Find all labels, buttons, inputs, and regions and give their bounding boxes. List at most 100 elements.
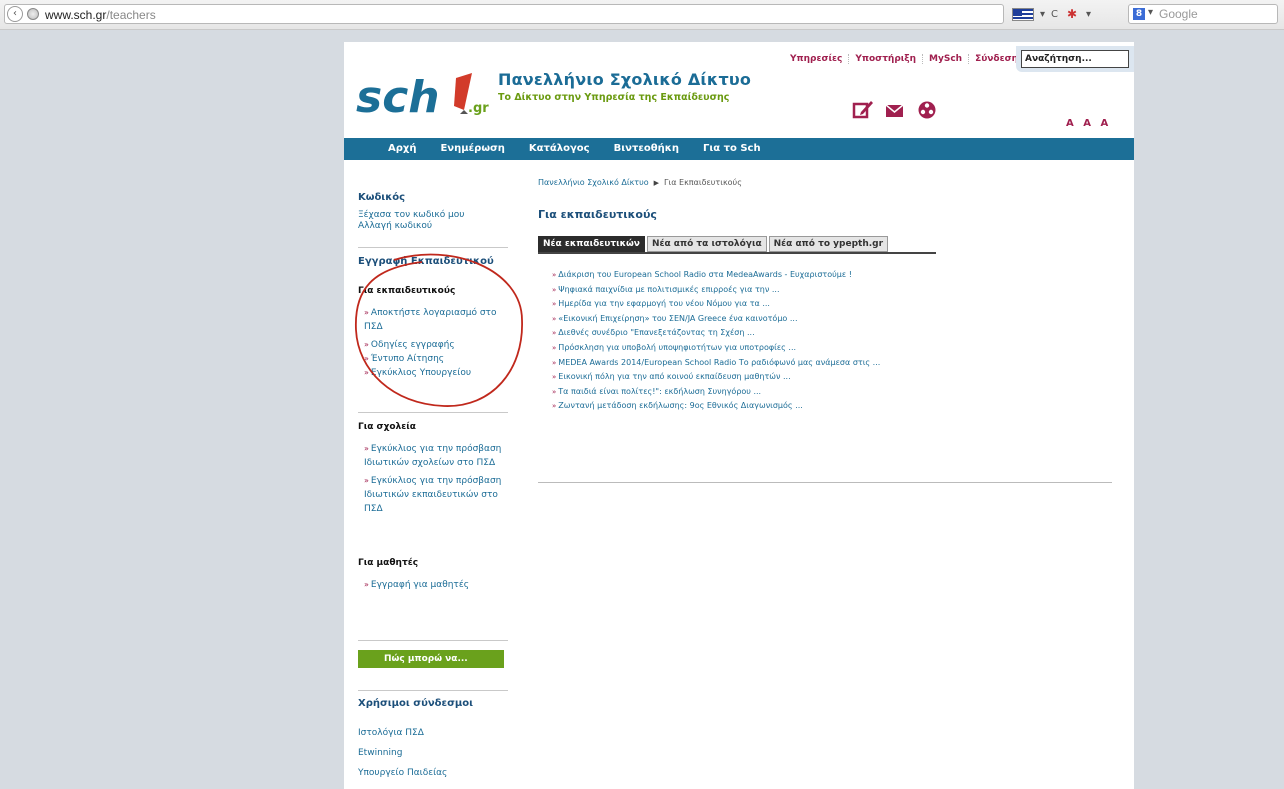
for-students-heading: Για μαθητές (358, 558, 419, 568)
browser-right-controls: ▾ C ✱ ▾ (1012, 4, 1091, 24)
forgot-code-link[interactable]: Ξέχασα τον κωδικό μου (358, 210, 465, 221)
site-subtitle: Το Δίκτυο στην Υπηρεσία της Εκπαίδευσης (498, 92, 730, 103)
breadcrumb-current: Για Εκπαιδευτικούς (664, 178, 742, 187)
news-item[interactable]: » «Εικονική Επιχείρηση» του ΣΕΝ/JA Greece… (552, 312, 972, 327)
school-link-private-schools-label: Εγκύκλιος για την πρόσβαση Ιδιωτικών σχο… (364, 444, 502, 468)
url-domain: www.sch.gr (45, 8, 107, 22)
extension-caret-icon[interactable]: ▾ (1086, 9, 1091, 20)
video-reel-icon[interactable] (916, 100, 938, 120)
bullet-icon: » (364, 444, 369, 453)
news-item[interactable]: » Ψηφιακά παιχνίδια με πολιτισμικές επιρρ… (552, 283, 972, 298)
school-link-private-teachers[interactable]: » Εγκύκλιος για την πρόσβαση Ιδιωτικών εκ… (364, 474, 512, 516)
news-item[interactable]: » Πρόσκληση για υποβολή υποψηφιοτήτων για… (552, 341, 972, 356)
news-item[interactable]: » Ημερίδα για την εφαρμογή του νέου Νόμου… (552, 297, 972, 312)
bullet-icon: » (552, 329, 557, 338)
language-flag-icon[interactable] (1012, 7, 1034, 21)
browser-search-box[interactable]: 8 ▾ Google (1128, 4, 1278, 24)
bullet-icon: » (552, 373, 557, 382)
breadcrumb-home[interactable]: Πανελλήνιο Σχολικό Δίκτυο (538, 178, 649, 187)
school-link-private-schools[interactable]: » Εγκύκλιος για την πρόσβαση Ιδιωτικών σχ… (364, 442, 512, 470)
bullet-icon: » (552, 314, 557, 323)
news-item-label: Ημερίδα για την εφαρμογή του νέου Νόμου … (558, 299, 770, 309)
search-engine-icon[interactable]: 8 (1133, 8, 1145, 20)
school-link-private-teachers-label: Εγκύκλιος για την πρόσβαση Ιδιωτικών εκπ… (364, 476, 502, 514)
news-item[interactable]: » MEDEA Awards 2014/European School Radio… (552, 356, 972, 371)
news-item-label: Ψηφιακά παιχνίδια με πολιτισμικές επιρρο… (558, 284, 780, 294)
change-code-link[interactable]: Αλλαγή κωδικού (358, 221, 432, 232)
caret-icon[interactable]: ▾ (1040, 9, 1045, 20)
news-tabs: Νέα εκπαιδευτικών Νέα από τα ιστολόγια Ν… (538, 236, 889, 252)
news-item-label: «Εικονική Επιχείρηση» του ΣΕΝ/JA Greece … (558, 313, 798, 323)
back-icon[interactable]: ‹ (7, 6, 23, 22)
breadcrumb: Πανελλήνιο Σχολικό Δίκτυο ▶ Για Εκπαιδευτι… (538, 178, 742, 187)
bullet-icon: » (552, 343, 557, 352)
logo-text: sch (356, 72, 440, 120)
content-divider (538, 482, 1112, 483)
sidebar-divider (358, 690, 508, 691)
font-size-control[interactable]: A A A (1066, 118, 1111, 129)
tool-icons (852, 100, 938, 120)
tab-blog-news[interactable]: Νέα από τα ιστολόγια (646, 236, 767, 252)
site-search-input[interactable]: Αναζήτηση... (1021, 50, 1129, 68)
news-item-label: Πρόσκληση για υποβολή υποψηφιοτήτων για … (558, 342, 797, 352)
bullet-icon: » (364, 476, 369, 485)
news-item[interactable]: » Εικονική πόλη για την από κοινού εκπαίδ… (552, 370, 972, 385)
page-title: Για εκπαιδευτικούς (538, 208, 657, 221)
top-link-services[interactable]: Υπηρεσίες (784, 54, 848, 64)
bullet-icon: » (552, 402, 557, 411)
nav-news[interactable]: Ενημέρωση (428, 138, 516, 160)
site-title: Πανελλήνιο Σχολικό Δίκτυο (498, 70, 752, 89)
useful-links-heading: Χρήσιμοι σύνδεσμοι (358, 698, 473, 709)
news-item-label: Εικονική πόλη για την από κοινού εκπαίδε… (558, 372, 791, 382)
search-engine-caret-icon[interactable]: ▾ (1148, 7, 1153, 18)
red-annotation-circle (355, 253, 523, 407)
news-item-label: Διεθνές συνέδριο "Επανεξετάζοντας τη Σχέ… (558, 328, 755, 338)
main-nav: Αρχή Ενημέρωση Κατάλογος Βιντεοθήκη Για … (344, 138, 1134, 160)
search-panel: Αναζήτηση... (1016, 46, 1134, 72)
bullet-icon: » (552, 300, 557, 309)
student-link-register[interactable]: » Εγγραφή για μαθητές (364, 578, 512, 592)
sidebar-divider (358, 640, 508, 641)
url-path: /teachers (106, 8, 156, 22)
useful-link-ministry[interactable]: Υπουργείο Παιδείας (358, 766, 506, 780)
browser-search-placeholder: Google (1159, 7, 1198, 21)
page-container: sch .gr Πανελλήνιο Σχολικό Δίκτυο Το Δίκ… (344, 42, 1134, 789)
news-item[interactable]: » Ζωντανή μετάδοση εκδήλωσης: 9ος Εθνικός… (552, 399, 972, 414)
address-bar[interactable]: ‹ www.sch.gr/teachers (4, 4, 1004, 24)
news-item-label: MEDEA Awards 2014/European School Radio … (558, 357, 881, 367)
top-link-support[interactable]: Υποστήριξη (848, 54, 922, 64)
bullet-icon: » (552, 358, 557, 367)
mail-icon[interactable] (884, 100, 906, 120)
news-item-label: Διάκριση του European School Radio στα M… (558, 270, 852, 279)
for-schools-heading: Για σχολεία (358, 422, 416, 432)
student-link-register-label: Εγγραφή για μαθητές (370, 580, 469, 590)
url-text[interactable]: www.sch.gr/teachers (45, 8, 156, 22)
news-item[interactable]: » Διεθνές συνέδριο "Επανεξετάζοντας τη Σχ… (552, 326, 972, 341)
breadcrumb-arrow-icon: ▶ (653, 179, 660, 187)
edit-icon[interactable] (852, 100, 874, 120)
tab-ypepth-news[interactable]: Νέα από το ypepth.gr (768, 236, 889, 252)
bullet-icon: » (552, 387, 557, 396)
news-item-label: Ζωντανή μετάδοση εκδήλωσης: 9ος Εθνικός … (558, 401, 803, 411)
news-item-label: Τα παιδιά είναι πολίτες!": εκδήλωση Συνη… (558, 386, 762, 396)
news-list: » Διάκριση του European School Radio στα … (552, 268, 972, 414)
nav-catalog[interactable]: Κατάλογος (517, 138, 602, 160)
logo-suffix: .gr (468, 101, 489, 116)
nav-home[interactable]: Αρχή (344, 138, 428, 160)
how-to-button[interactable]: Πώς μπορώ να... (358, 650, 504, 668)
reload-icon[interactable]: C (1051, 9, 1058, 20)
extension-icon[interactable]: ✱ (1064, 7, 1080, 21)
code-heading: Κωδικός (358, 192, 406, 203)
browser-toolbar: ‹ www.sch.gr/teachers ▾ C ✱ ▾ 8 ▾ Google (0, 0, 1284, 30)
tab-teacher-news[interactable]: Νέα εκπαιδευτικών (538, 236, 645, 252)
bullet-icon: » (552, 271, 557, 279)
sch-logo[interactable]: sch .gr (356, 70, 496, 120)
news-item[interactable]: » Διάκριση του European School Radio στα … (552, 268, 972, 283)
top-link-mysch[interactable]: MySch (922, 54, 968, 64)
nav-about-sch[interactable]: Για το Sch (691, 138, 773, 160)
news-item[interactable]: » Τα παιδιά είναι πολίτες!": εκδήλωση Συν… (552, 385, 972, 400)
sidebar-divider (358, 247, 508, 248)
nav-videos[interactable]: Βιντεοθήκη (602, 138, 691, 160)
useful-link-blogs[interactable]: Ιστολόγια ΠΣΔ (358, 726, 506, 740)
useful-link-etwinning[interactable]: Etwinning (358, 746, 506, 760)
